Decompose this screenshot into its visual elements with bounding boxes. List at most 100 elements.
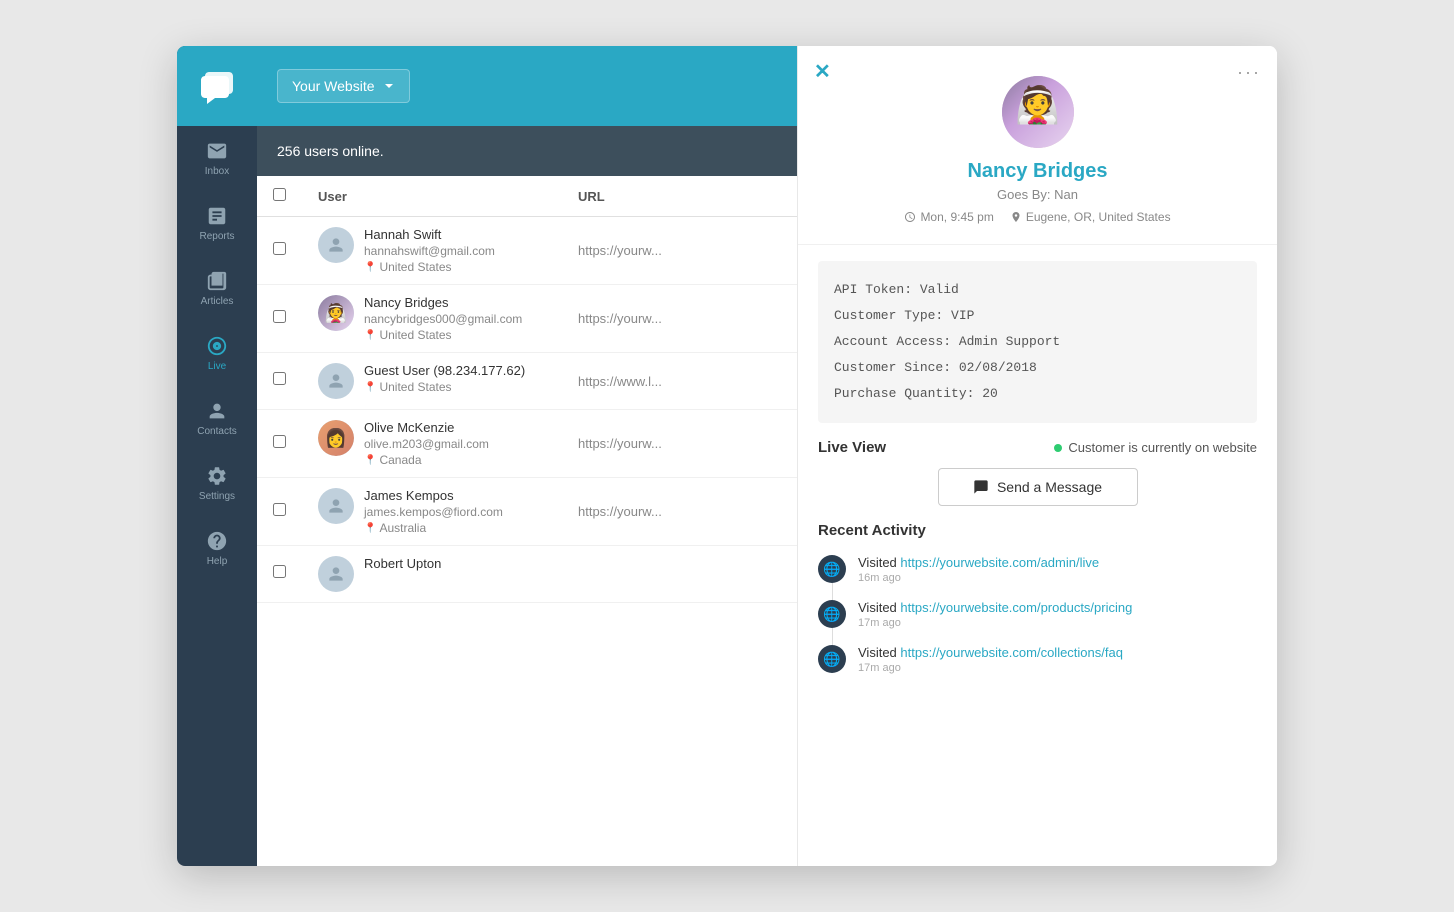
table-row[interactable]: Robert Upton [257, 546, 797, 603]
recent-activity: Recent Activity 🌐Visited https://yourweb… [818, 522, 1257, 690]
live-dot [1054, 444, 1062, 452]
contacts-icon [206, 400, 228, 422]
profile-time: Mon, 9:45 pm [904, 210, 993, 224]
row-checkbox[interactable] [273, 435, 286, 448]
app-window: Inbox Reports Articles Live Contacts [177, 46, 1277, 866]
reports-icon [206, 205, 228, 227]
activity-link[interactable]: https://yourwebsite.com/collections/faq [900, 645, 1123, 660]
table-header-row: User URL [257, 176, 797, 217]
sidebar-item-live-label: Live [208, 361, 226, 372]
row-checkbox[interactable] [273, 310, 286, 323]
sidebar-item-inbox-label: Inbox [205, 166, 229, 177]
user-name: Olive McKenzie [364, 420, 489, 435]
users-table: User URL Hannah Swifthannahswift@gmail.c… [257, 176, 797, 603]
table-row[interactable]: Guest User (98.234.177.62)United Statesh… [257, 353, 797, 410]
activity-item: 🌐Visited https://yourwebsite.com/collect… [818, 645, 1257, 674]
table-row[interactable]: Hannah Swifthannahswift@gmail.comUnited … [257, 217, 797, 285]
user-name: Nancy Bridges [364, 295, 522, 310]
user-avatar [318, 488, 354, 524]
live-view-header: Live View Customer is currently on websi… [818, 439, 1257, 456]
customer-info-line: API Token: Valid [834, 277, 1241, 303]
activity-time: 17m ago [858, 617, 1257, 629]
nancy-avatar-placeholder [1002, 76, 1074, 148]
table-row[interactable]: 👰Nancy Bridgesnancybridges000@gmail.comU… [257, 285, 797, 353]
profile-location-text: Eugene, OR, United States [1026, 210, 1171, 224]
activity-time: 17m ago [858, 662, 1257, 674]
th-user: User [302, 176, 562, 217]
profile-avatar [1002, 76, 1074, 148]
sidebar-item-contacts[interactable]: Contacts [177, 386, 257, 451]
activity-globe-icon: 🌐 [818, 555, 846, 583]
activity-text: Visited https://yourwebsite.com/products… [858, 600, 1257, 615]
sidebar-item-help-label: Help [207, 556, 228, 567]
sidebar-item-articles-label: Articles [201, 296, 234, 307]
user-email: olive.m203@gmail.com [364, 437, 489, 451]
user-email: nancybridges000@gmail.com [364, 312, 522, 326]
send-message-button[interactable]: Send a Message [938, 468, 1138, 506]
row-checkbox[interactable] [273, 503, 286, 516]
activity-globe-icon: 🌐 [818, 600, 846, 628]
header-bar: Your Website [257, 46, 797, 126]
activity-item: 🌐 Visited https://yourwebsite.com/admin/l… [818, 555, 1257, 584]
th-checkbox [257, 176, 302, 217]
customer-info-line: Purchase Quantity: 20 [834, 381, 1241, 407]
website-dropdown[interactable]: Your Website [277, 69, 410, 103]
activity-link[interactable]: https://yourwebsite.com/admin/live [900, 555, 1099, 570]
panel-close-button[interactable]: ✕ [814, 62, 831, 82]
profile-time-text: Mon, 9:45 pm [920, 210, 993, 224]
users-table-container: User URL Hannah Swifthannahswift@gmail.c… [257, 176, 797, 866]
user-name: Robert Upton [364, 556, 441, 571]
sidebar-item-inbox[interactable]: Inbox [177, 126, 257, 191]
user-url [562, 546, 797, 603]
sidebar-item-live[interactable]: Live [177, 321, 257, 386]
row-checkbox[interactable] [273, 372, 286, 385]
activity-content: Visited https://yourwebsite.com/admin/li… [858, 555, 1257, 584]
panel-more-button[interactable]: ··· [1237, 62, 1261, 83]
activity-link[interactable]: https://yourwebsite.com/products/pricing [900, 600, 1132, 615]
user-name: Hannah Swift [364, 227, 495, 242]
user-url: https://yourw... [562, 410, 797, 478]
user-avatar [318, 363, 354, 399]
customer-info-line: Customer Type: VIP [834, 303, 1241, 329]
activity-globe-icon: 🌐 [818, 645, 846, 673]
user-url: https://yourw... [562, 217, 797, 285]
right-panel: ✕ ··· Nancy Bridges Goes By: Nan Mon, 9:… [797, 46, 1277, 866]
th-url: URL [562, 176, 797, 217]
table-row[interactable]: 👩Olive McKenzieolive.m203@gmail.comCanad… [257, 410, 797, 478]
select-all-checkbox[interactable] [273, 188, 286, 201]
panel-profile: Nancy Bridges Goes By: Nan Mon, 9:45 pm … [798, 46, 1277, 245]
user-email: james.kempos@fiord.com [364, 505, 503, 519]
sidebar-item-reports[interactable]: Reports [177, 191, 257, 256]
activity-item: 🌐 Visited https://yourwebsite.com/product… [818, 600, 1257, 629]
help-icon [206, 530, 228, 552]
clock-icon [904, 211, 916, 223]
user-avatar [318, 227, 354, 263]
user-name: James Kempos [364, 488, 503, 503]
live-view-section: Live View Customer is currently on websi… [818, 439, 1257, 506]
table-row[interactable]: James Kemposjames.kempos@fiord.comAustra… [257, 478, 797, 546]
users-online-text: 256 users online. [277, 143, 384, 159]
inbox-icon [206, 140, 228, 162]
sidebar-item-help[interactable]: Help [177, 516, 257, 581]
user-avatar [318, 556, 354, 592]
sidebar-item-settings[interactable]: Settings [177, 451, 257, 516]
live-icon [206, 335, 228, 357]
send-message-label: Send a Message [997, 479, 1102, 495]
sidebar-logo[interactable] [177, 46, 257, 126]
location-icon [1010, 211, 1022, 223]
recent-activity-title: Recent Activity [818, 522, 1257, 539]
activity-content: Visited https://yourwebsite.com/products… [858, 600, 1257, 629]
chat-logo-icon [199, 68, 235, 104]
dropdown-arrow-icon [383, 80, 395, 92]
user-avatar: 👰 [318, 295, 354, 331]
activity-text: Visited https://yourwebsite.com/admin/li… [858, 555, 1257, 570]
profile-alias: Goes By: Nan [997, 187, 1078, 202]
row-checkbox[interactable] [273, 565, 286, 578]
user-url: https://www.l... [562, 353, 797, 410]
row-checkbox[interactable] [273, 242, 286, 255]
message-icon [973, 479, 989, 495]
sidebar-item-articles[interactable]: Articles [177, 256, 257, 321]
profile-name: Nancy Bridges [967, 160, 1107, 183]
sidebar-item-contacts-label: Contacts [197, 426, 236, 437]
customer-info-line: Customer Since: 02/08/2018 [834, 355, 1241, 381]
